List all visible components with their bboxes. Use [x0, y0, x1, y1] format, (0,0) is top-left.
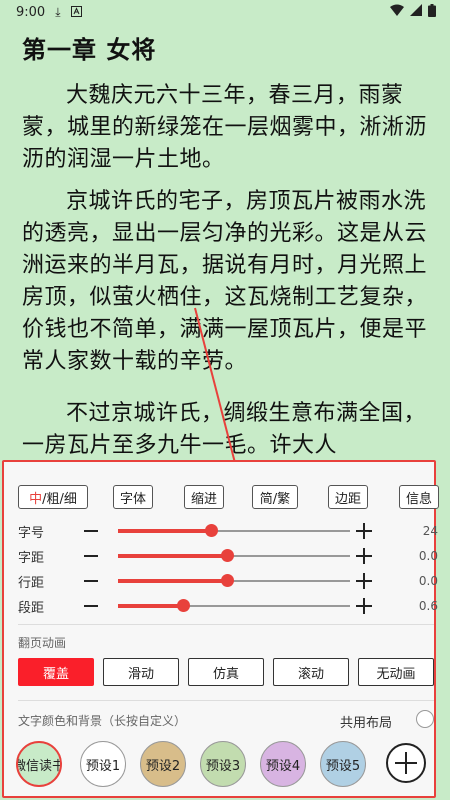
battery-icon: [428, 3, 436, 21]
paragraph: 京城许氏的宅子，房顶瓦片被雨水洗的透亮，显出一层匀净的光彩。这是从云洲运来的半月…: [22, 189, 428, 374]
info-button[interactable]: 信息: [399, 485, 439, 509]
anim-option-none[interactable]: 无动画: [358, 658, 434, 686]
slider-label: 字号: [18, 525, 45, 541]
simplified-traditional-button[interactable]: 简/繁: [252, 485, 298, 509]
minus-icon[interactable]: [84, 605, 98, 607]
slider-fill: [118, 554, 228, 558]
paragraph: 大魏庆元六十三年，春三月，雨蒙蒙，城里的新绿笼在一层烟雾中，淅淅沥沥的润湿一片土…: [22, 83, 428, 172]
paragraph: 不过京城许氏，绸缎生意布满全国，一房瓦片至多九牛一毛。许大人: [22, 401, 427, 458]
divider: [18, 624, 434, 625]
theme-swatch-preset1[interactable]: 预设1: [80, 741, 126, 787]
page-animation-options: 覆盖 滑动 仿真 滚动 无动画: [18, 658, 438, 688]
theme-swatches: 微信读书 预设1 预设2 预设3 预设4 预设5: [4, 732, 438, 788]
reader-content[interactable]: 第一章 女将 大魏庆元六十三年，春三月，雨蒙蒙，城里的新绿笼在一层烟雾中，淅淅沥…: [0, 24, 450, 460]
slider-row-paragraph-spacing: 段距 0.6: [18, 596, 438, 616]
indent-button[interactable]: 缩进: [184, 485, 224, 509]
slider-value: 0.0: [418, 549, 438, 563]
plus-icon[interactable]: [356, 598, 372, 614]
theme-swatch-label: 预设1: [85, 758, 121, 774]
theme-swatch-label: 预设2: [145, 758, 181, 774]
slider-value: 0.6: [418, 599, 438, 613]
plus-icon[interactable]: [356, 548, 372, 564]
theme-swatch-preset3[interactable]: 预设3: [200, 741, 246, 787]
shared-layout-label: 共用布局: [340, 716, 393, 731]
theme-title: 文字颜色和背景（长按自定义）: [18, 714, 187, 728]
theme-swatch-preset4[interactable]: 预设4: [260, 741, 306, 787]
slider-track[interactable]: [118, 524, 350, 537]
anim-option-scroll[interactable]: 滚动: [273, 658, 349, 686]
plus-icon[interactable]: [356, 523, 372, 539]
font-button[interactable]: 字体: [113, 485, 153, 509]
download-icon: ⤓: [55, 5, 61, 19]
theme-swatch-label: 微信读书: [18, 758, 60, 774]
theme-swatch-label: 预设3: [205, 758, 241, 774]
weight-current-label: 中: [29, 491, 43, 507]
theme-swatch-preset2[interactable]: 预设2: [140, 741, 186, 787]
slider-fill: [118, 604, 183, 608]
font-weight-button[interactable]: 中/粗/细: [18, 485, 88, 509]
theme-swatch-label: 预设4: [265, 758, 301, 774]
minus-icon[interactable]: [84, 530, 98, 532]
slider-thumb[interactable]: [221, 549, 235, 562]
wifi-icon: [390, 4, 404, 20]
slider-fill: [118, 529, 211, 533]
slider-thumb[interactable]: [221, 574, 235, 587]
slider-label: 段距: [18, 600, 45, 616]
status-left: 9:00 ⤓: [16, 5, 82, 20]
status-right: [390, 3, 436, 21]
plus-icon[interactable]: [356, 573, 372, 589]
minus-icon[interactable]: [84, 555, 98, 557]
slider-thumb[interactable]: [176, 599, 190, 612]
status-bar: 9:00 ⤓: [0, 0, 450, 24]
slider-row-letter-spacing: 字距 0.0: [18, 546, 438, 566]
theme-swatch-label: 预设5: [325, 758, 361, 774]
slider-fill: [118, 579, 228, 583]
add-theme-icon[interactable]: [386, 743, 426, 783]
anim-option-cover[interactable]: 覆盖: [18, 658, 94, 686]
weight-options-label: /粗/细: [42, 491, 77, 507]
anim-option-simulation[interactable]: 仿真: [188, 658, 264, 686]
a-icon: [70, 5, 82, 19]
margin-button[interactable]: 边距: [328, 485, 368, 509]
slider-row-text-size: 字号 24: [18, 521, 438, 541]
slider-label: 行距: [18, 575, 45, 591]
chapter-title: 第一章 女将: [22, 36, 157, 64]
status-time: 9:00: [16, 4, 46, 20]
slider-row-line-spacing: 行距 0.0: [18, 571, 438, 591]
slider-track[interactable]: [118, 599, 350, 612]
shared-layout-toggle[interactable]: [416, 710, 434, 728]
theme-swatch-weread[interactable]: 微信读书: [16, 741, 62, 787]
text-toolbar: 中/粗/细 字体 缩进 简/繁 边距 信息: [18, 485, 439, 511]
page-animation-title: 翻页动画: [18, 636, 67, 650]
anim-option-slide[interactable]: 滑动: [103, 658, 179, 686]
slider-track[interactable]: [118, 574, 350, 587]
theme-swatch-preset5[interactable]: 预设5: [320, 741, 366, 787]
signal-icon: [410, 4, 422, 20]
slider-value: 24: [422, 524, 438, 538]
slider-track[interactable]: [118, 549, 350, 562]
slider-thumb[interactable]: [204, 524, 218, 537]
slider-value: 0.0: [418, 574, 438, 588]
divider: [18, 700, 434, 701]
read-settings-panel: 中/粗/细 字体 缩进 简/繁 边距 信息 字号 24 字距 0.0 行距 0.…: [2, 460, 439, 798]
minus-icon[interactable]: [84, 580, 98, 582]
slider-label: 字距: [18, 550, 45, 566]
